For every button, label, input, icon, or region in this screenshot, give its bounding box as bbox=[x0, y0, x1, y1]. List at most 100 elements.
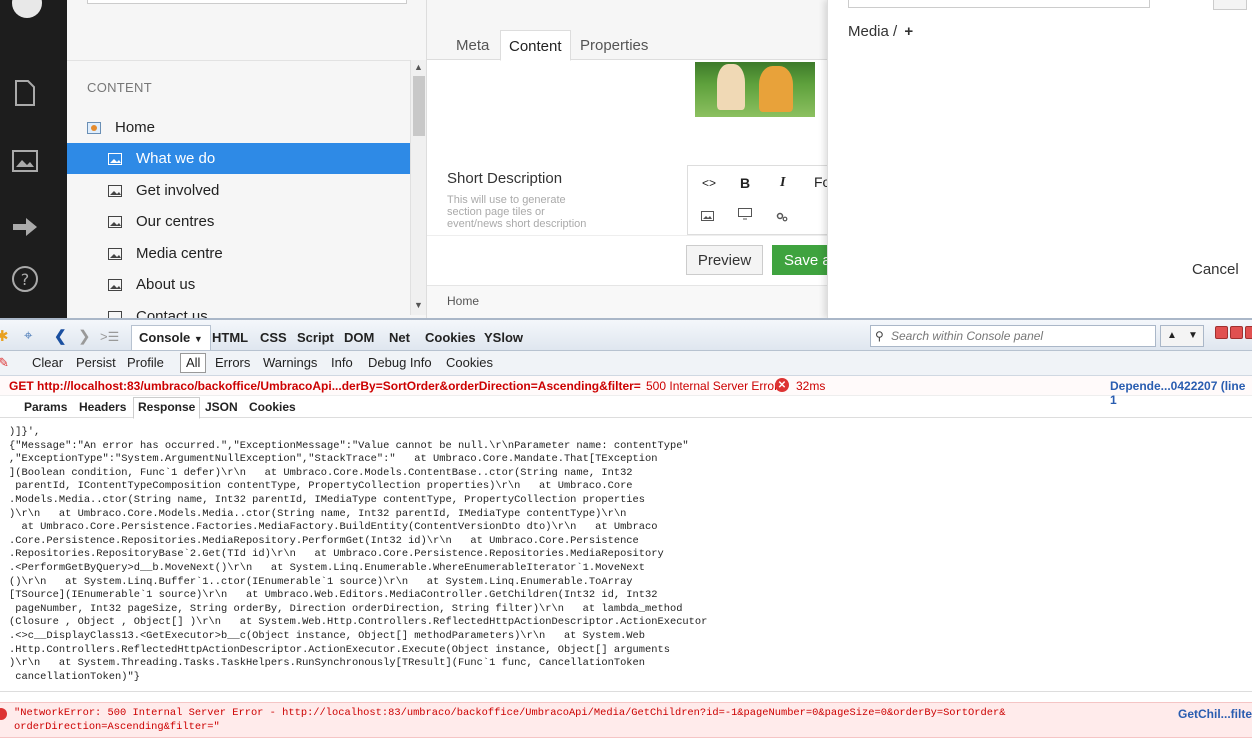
forward-arrow-icon[interactable]: ❯ bbox=[78, 327, 91, 345]
insert-image-icon[interactable] bbox=[701, 208, 714, 224]
breadcrumb-home[interactable]: Home bbox=[447, 294, 479, 308]
response-body-text: )]}', {"Message":"An error has occurred.… bbox=[9, 426, 708, 683]
tab-yslow[interactable]: YSlow bbox=[484, 330, 523, 345]
media-breadcrumb: Media / + bbox=[848, 23, 913, 40]
detach-icon[interactable] bbox=[1230, 326, 1243, 339]
inspect-icon[interactable]: ⌖ bbox=[24, 327, 32, 344]
request-url[interactable]: GET http://localhost:83/umbraco/backoffi… bbox=[9, 379, 641, 393]
filter-debug-info-button[interactable]: Debug Info bbox=[368, 355, 432, 370]
rich-text-editor-toolbar: <> B I Fo bbox=[687, 165, 832, 235]
chevron-down-icon[interactable]: ▼ bbox=[194, 334, 203, 344]
tab-response[interactable]: Response bbox=[133, 397, 201, 419]
tree-scroll-thumb[interactable] bbox=[413, 76, 425, 136]
tab-html[interactable]: HTML bbox=[212, 330, 248, 345]
tab-response-cookies[interactable]: Cookies bbox=[249, 400, 296, 414]
media-upload-button[interactable] bbox=[1213, 0, 1247, 10]
tree-item-label: Get involved bbox=[136, 182, 220, 199]
filter-cookies-button[interactable]: Cookies bbox=[446, 355, 493, 370]
console-tab-label: Console bbox=[139, 330, 191, 345]
firebug-bug-icon[interactable]: ✱ bbox=[0, 327, 9, 345]
content-editor: Meta Content Properties Short Descriptio… bbox=[427, 0, 842, 318]
arrow-right-icon[interactable] bbox=[10, 212, 40, 242]
tab-content[interactable]: Content bbox=[500, 30, 571, 61]
filter-warnings-button[interactable]: Warnings bbox=[263, 355, 317, 370]
tree-item-what-we-do[interactable]: What we do bbox=[67, 143, 410, 174]
tab-properties[interactable]: Properties bbox=[572, 30, 656, 61]
preview-button[interactable]: Preview bbox=[686, 245, 763, 275]
persist-button[interactable]: Persist bbox=[76, 355, 116, 370]
thumbnail-figure bbox=[759, 66, 793, 112]
tree-item-media-centre[interactable]: Media centre bbox=[108, 238, 408, 269]
network-error-message: "NetworkError: 500 Internal Server Error… bbox=[14, 707, 1006, 733]
tab-console[interactable]: Console ▼ bbox=[131, 325, 211, 350]
tab-meta[interactable]: Meta bbox=[448, 30, 497, 61]
network-request-row[interactable]: GET http://localhost:83/umbraco/backoffi… bbox=[0, 376, 1252, 407]
tab-dom[interactable]: DOM bbox=[344, 330, 374, 345]
search-next-icon[interactable]: ▼ bbox=[1188, 330, 1198, 341]
search-prev-icon[interactable]: ▲ bbox=[1167, 330, 1177, 341]
source-code-button[interactable]: <> bbox=[702, 176, 716, 190]
console-filter-bar: ✎ Clear Persist Profile All Errors Warni… bbox=[0, 351, 1252, 376]
tree-item-our-centres[interactable]: Our centres bbox=[108, 206, 408, 237]
tab-script[interactable]: Script bbox=[297, 330, 334, 345]
console-search-input[interactable]: ⚲ Search within Console panel bbox=[870, 325, 1156, 347]
media-section-icon[interactable] bbox=[10, 146, 40, 176]
thumbnail-figure bbox=[717, 64, 745, 110]
command-line-icon[interactable]: >☰ bbox=[100, 329, 119, 345]
minimize-icon[interactable] bbox=[1215, 326, 1228, 339]
error-source-link[interactable]: GetChil...filte bbox=[1178, 707, 1252, 721]
page-node-icon bbox=[108, 152, 122, 165]
media-thumbnail-image[interactable] bbox=[695, 62, 815, 117]
filter-errors-button[interactable]: Errors bbox=[215, 355, 250, 370]
tree-item-home[interactable]: Home bbox=[87, 112, 407, 143]
help-icon[interactable]: ? bbox=[10, 264, 40, 294]
tree-section-title: CONTENT bbox=[87, 80, 152, 95]
media-picker-panel: Media / + Cancel bbox=[827, 0, 1252, 318]
close-icon[interactable] bbox=[1245, 326, 1252, 339]
short-description-label: Short Description bbox=[447, 170, 563, 187]
tab-params[interactable]: Params bbox=[24, 400, 67, 414]
clear-console-icon[interactable]: ✎ bbox=[0, 355, 9, 371]
tree-item-contact-us[interactable]: Contact us bbox=[108, 301, 408, 318]
tree-item-about-us[interactable]: About us bbox=[108, 269, 408, 300]
request-time: 32ms bbox=[796, 379, 826, 393]
filter-info-button[interactable]: Info bbox=[331, 355, 353, 370]
clear-button[interactable]: Clear bbox=[32, 355, 63, 370]
user-avatar[interactable] bbox=[12, 0, 42, 18]
scroll-down-icon[interactable]: ▼ bbox=[414, 300, 423, 310]
search-nav-buttons: ▲ ▼ bbox=[1160, 325, 1204, 347]
macro-gear-icon[interactable] bbox=[776, 209, 788, 225]
media-search-input[interactable] bbox=[848, 0, 1150, 8]
tree-item-label: Media centre bbox=[136, 245, 223, 262]
tree-scrollbar[interactable]: ▲ ▼ bbox=[410, 60, 426, 315]
response-divider bbox=[0, 691, 1252, 692]
tree-item-get-involved[interactable]: Get involved bbox=[108, 175, 408, 206]
section-sidebar: ? bbox=[0, 0, 67, 318]
tree-item-label: Contact us bbox=[136, 308, 208, 318]
insert-media-icon[interactable] bbox=[738, 207, 752, 223]
search-icon: ⚲ bbox=[875, 329, 884, 343]
media-breadcrumb-label[interactable]: Media / bbox=[848, 23, 897, 40]
back-arrow-icon[interactable]: ❮ bbox=[54, 327, 67, 345]
network-error-row[interactable]: "NetworkError: 500 Internal Server Error… bbox=[0, 702, 1252, 738]
tab-css[interactable]: CSS bbox=[260, 330, 287, 345]
error-icon: ✕ bbox=[775, 378, 789, 392]
tab-headers[interactable]: Headers bbox=[79, 400, 126, 414]
profile-button[interactable]: Profile bbox=[127, 355, 164, 370]
tab-net[interactable]: Net bbox=[389, 330, 410, 345]
bold-button[interactable]: B bbox=[740, 175, 750, 191]
filter-all-button[interactable]: All bbox=[180, 353, 207, 373]
tab-json[interactable]: JSON bbox=[205, 400, 238, 414]
request-status: 500 Internal Server Error bbox=[646, 379, 779, 393]
cancel-button[interactable]: Cancel bbox=[1192, 261, 1239, 278]
italic-button[interactable]: I bbox=[780, 175, 785, 191]
editor-breadcrumb-bar: Home bbox=[427, 285, 827, 318]
tree-search-input[interactable] bbox=[87, 0, 407, 4]
home-node-icon bbox=[87, 121, 101, 134]
error-icon bbox=[0, 708, 7, 720]
content-section-icon[interactable] bbox=[10, 78, 40, 108]
tree-item-label: Our centres bbox=[136, 213, 215, 230]
tab-cookies[interactable]: Cookies bbox=[425, 330, 476, 345]
scroll-up-icon[interactable]: ▲ bbox=[414, 62, 423, 72]
add-folder-icon[interactable]: + bbox=[904, 23, 913, 40]
